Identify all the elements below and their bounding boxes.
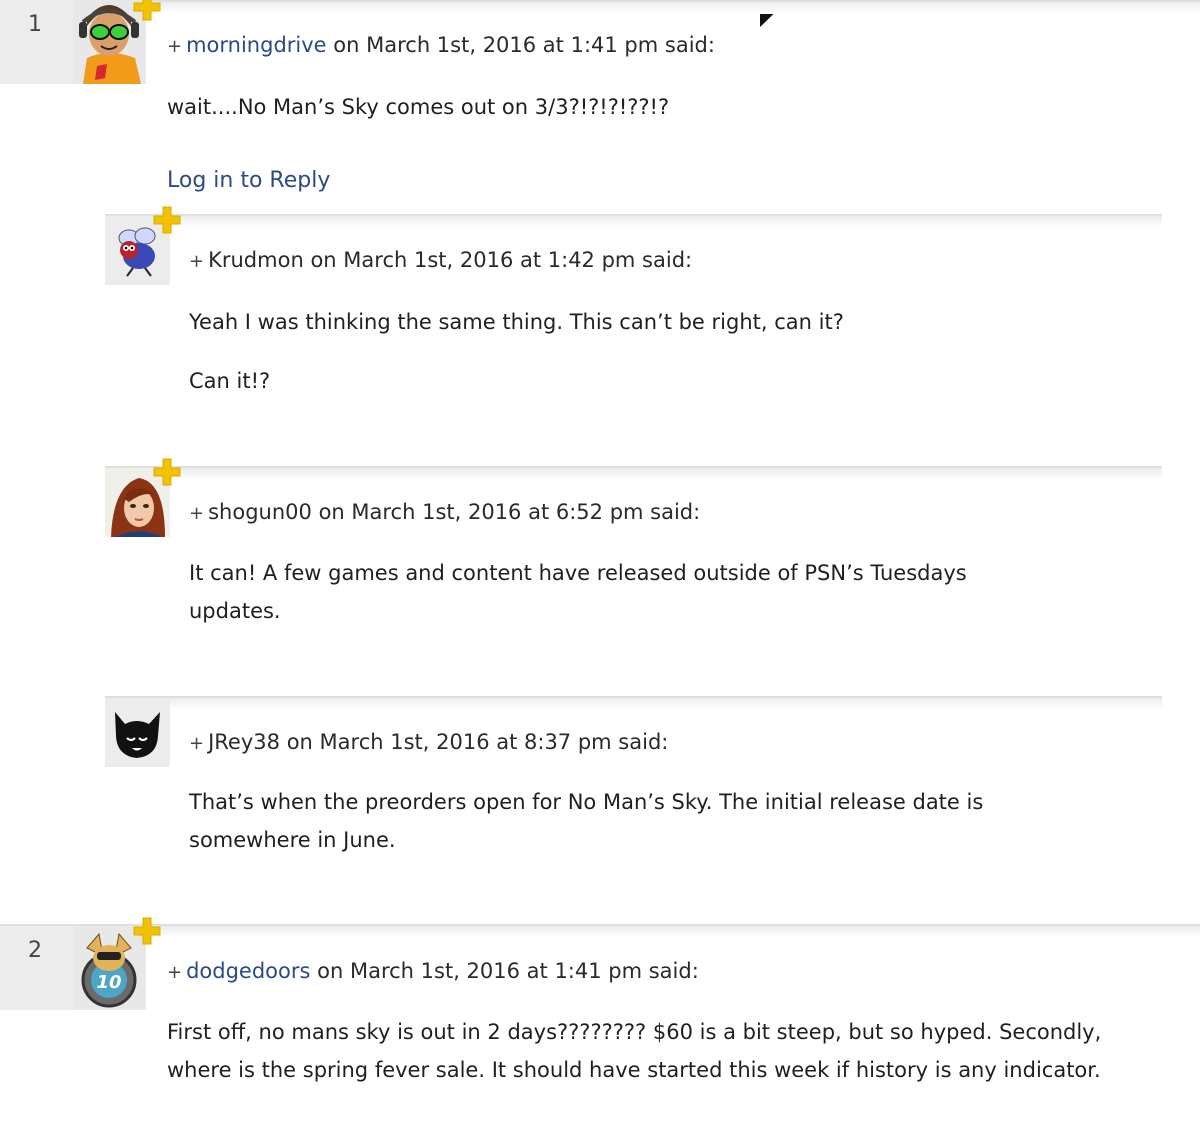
playstation-plus-icon (132, 916, 162, 946)
black-cat-icon (105, 698, 170, 767)
comment-body: wait....No Man’s Sky comes out on 3/3?!?… (167, 95, 670, 119)
reply-author: shogun00 (208, 500, 312, 524)
reply-meta: + JRey38 on March 1st, 2016 at 8:37 pm sa… (189, 730, 668, 754)
comment-number: 1 (28, 12, 42, 37)
comment-number-box: 1 (0, 0, 73, 84)
playstation-plus-icon (152, 457, 182, 487)
log-in-to-reply-link[interactable]: Log in to Reply (167, 168, 330, 193)
playstation-plus-icon (152, 205, 182, 235)
comment-number-box: 2 (0, 926, 73, 1010)
reply-divider (105, 466, 1162, 480)
avatar-jrey38[interactable] (105, 698, 170, 767)
plus-prefix: + (189, 251, 205, 272)
author-link[interactable]: dodgedoors (186, 959, 310, 983)
comment-divider (0, 924, 1200, 938)
svg-text:10: 10 (96, 972, 121, 993)
plus-prefix: + (189, 733, 205, 754)
comment-body: First off, no mans sky is out in 2 days?… (167, 1020, 1102, 1082)
comment-number: 2 (28, 938, 42, 963)
comment-meta: + dodgedoors on March 1st, 2016 at 1:41 p… (167, 959, 699, 983)
plus-prefix: + (167, 36, 183, 57)
comment-divider (73, 0, 1200, 14)
comment-date: on March 1st, 2016 at 1:41 pm said: (317, 959, 699, 983)
reply-body: That’s when the preorders open for No Ma… (189, 790, 984, 852)
comment-date: on March 1st, 2016 at 1:41 pm said: (333, 33, 715, 57)
reply-date: on March 1st, 2016 at 6:52 pm said: (318, 500, 701, 524)
reply-date: on March 1st, 2016 at 8:37 pm said: (286, 730, 669, 754)
reply-author: Krudmon (208, 248, 304, 272)
reply-date: on March 1st, 2016 at 1:42 pm said: (310, 248, 693, 272)
plus-prefix: + (167, 962, 183, 983)
reply-meta: + Krudmon on March 1st, 2016 at 1:42 pm s… (189, 248, 692, 272)
reply-meta: + shogun00 on March 1st, 2016 at 6:52 pm … (189, 500, 700, 524)
reply-body-line: Yeah I was thinking the same thing. This… (189, 310, 844, 334)
reply-divider (105, 696, 1162, 710)
reply-divider (105, 214, 1162, 228)
comment-meta: + morningdrive on March 1st, 2016 at 1:41… (167, 33, 715, 57)
reply-body: It can! A few games and content have rel… (189, 561, 967, 623)
playstation-plus-icon (132, 0, 162, 22)
reply-body-line: Can it!? (189, 369, 271, 393)
reply-author: JRey38 (208, 730, 281, 754)
author-link[interactable]: morningdrive (186, 33, 327, 57)
plus-prefix: + (189, 503, 205, 524)
